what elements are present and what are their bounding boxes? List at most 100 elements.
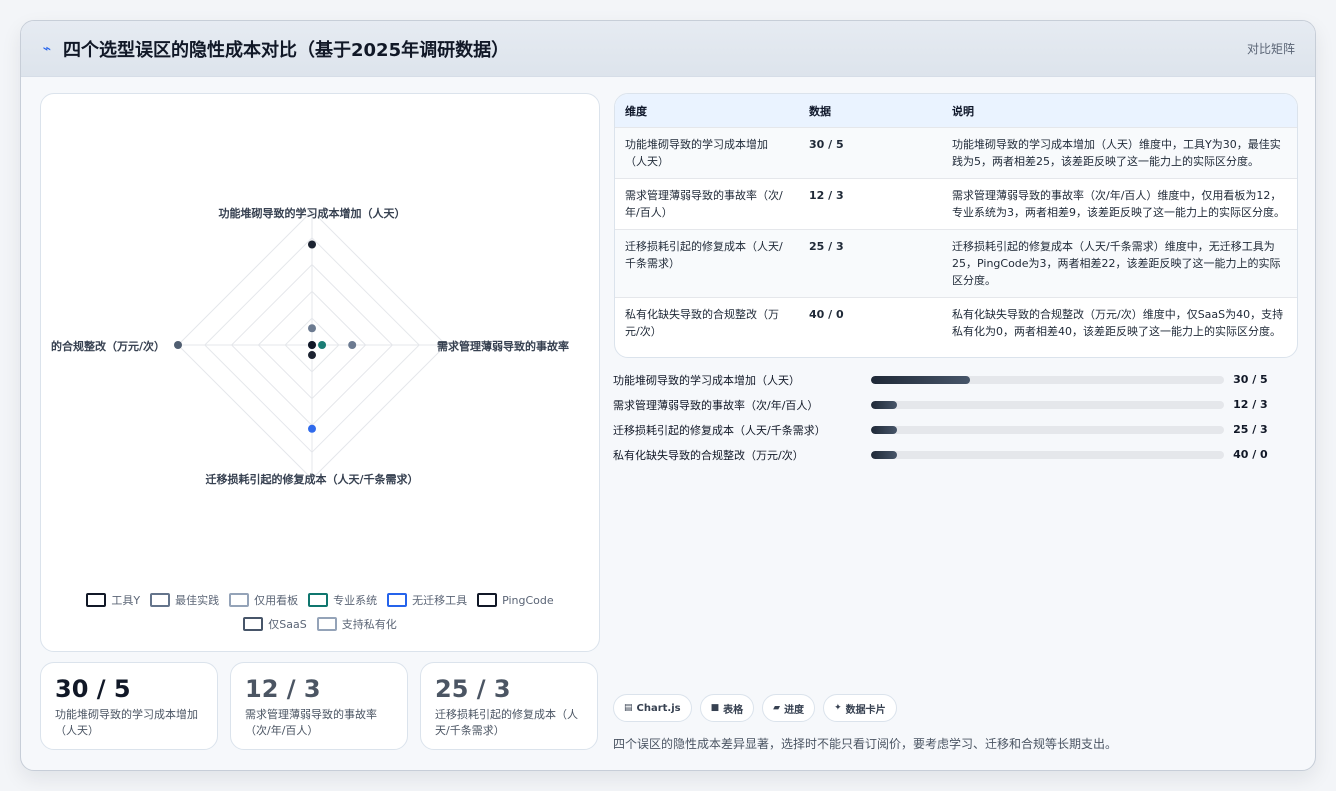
comparison-table-card: 维度 数据 说明 功能堆砌导致的学习成本增加（人天） 30 / 5 功能堆砌导致… <box>614 93 1298 358</box>
card-icon: ✦ <box>834 703 842 713</box>
legend-swatch-pingcode <box>477 593 498 607</box>
metric-label-3: 迁移损耗引起的修复成本（人天/千条需求） <box>435 708 578 737</box>
matrix-label: 对比矩阵 <box>1246 42 1295 56</box>
chart-icon: ▤ <box>624 703 633 713</box>
metric-value-3: 25 / 3 <box>435 675 511 703</box>
metric-card-3: 25 / 3 迁移损耗引起的修复成本（人天/千条需求） <box>420 662 598 750</box>
radar-chart-card: 功能堆砌导致的学习成本增加（人天） 需求管理薄弱导致的事故率迁移损耗引起的修复成本… <box>40 93 600 652</box>
radar-axis-label: 功能堆砌导致的学习成本增加（人天） <box>219 206 406 220</box>
table-label: 表格 <box>723 704 744 716</box>
legend-item-kanban-only[interactable]: 仅用看板 <box>229 592 298 608</box>
table-cell-data: 12 / 3 <box>799 178 942 230</box>
progress-label: 功能堆砌导致的学习成本增加（人天） <box>613 373 800 387</box>
progress-track <box>870 400 1225 409</box>
feature-pills: ▤ Chart.js ■ 表格 ▰ 进度 ✦ 数据卡片 <box>613 694 897 722</box>
legend-swatch-kanban-only <box>229 593 250 607</box>
progress-value: 40 / 0 <box>1233 448 1268 461</box>
progress-list: 功能堆砌导致的学习成本增加（人天） 30 / 5 需求管理薄弱导致的事故率（次/… <box>613 367 1273 467</box>
dashboard-window: ⌁ 四个选型误区的隐性成本对比（基于2025年调研数据） 对比矩阵 功能堆砌导致… <box>20 20 1316 771</box>
metric-label-2: 需求管理薄弱导致的事故率（次/年/百人） <box>245 708 377 737</box>
header-data: 数据 <box>799 94 942 128</box>
table-cell-dimension: 需求管理薄弱导致的事故率（次/年/百人） <box>615 178 799 230</box>
header-dimension: 维度 <box>615 94 799 128</box>
legend-swatch-tool-y <box>86 593 107 607</box>
title-wrap: ⌁ 四个选型误区的隐性成本对比（基于2025年调研数据） <box>41 36 509 62</box>
table-cell-data: 30 / 5 <box>799 127 942 179</box>
header-description: 说明 <box>942 94 1297 128</box>
legend-label-saas-only: 仅SaaS <box>268 618 307 631</box>
radar-axis-label: 需求管理薄弱导致的事故率 <box>437 339 569 353</box>
radar-axis-label: 的合规整改（万元/次） <box>51 339 165 353</box>
table-header-row: 维度 数据 说明 <box>615 94 1297 128</box>
radar-point <box>308 324 316 333</box>
legend-label-private-support: 支持私有化 <box>341 618 397 631</box>
progress-track <box>870 375 1225 384</box>
table-row: 功能堆砌导致的学习成本增加（人天） 30 / 5 功能堆砌导致的学习成本增加（人… <box>615 127 1297 179</box>
trend-icon: ⌁ <box>42 40 52 57</box>
progress-row: 迁移损耗引起的修复成本（人天/千条需求） 25 / 3 <box>613 417 1273 442</box>
legend-item-pingcode[interactable]: PingCode <box>477 592 554 608</box>
legend-label-pingcode: PingCode <box>502 593 554 607</box>
legend-swatch-best-practice <box>150 593 171 607</box>
legend-label-kanban-only: 仅用看板 <box>254 594 299 607</box>
progress-fill <box>870 375 970 384</box>
footer-note: 四个误区的隐性成本差异显著，选择时不能只看订阅价，要考虑学习、迁移和合规等长期支… <box>613 737 1118 751</box>
legend-row-2: 仅SaaS 支持私有化 <box>41 616 599 632</box>
radar-axis-label: 迁移损耗引起的修复成本（人天/千条需求） <box>205 472 418 486</box>
progress-value: 30 / 5 <box>1233 373 1268 386</box>
metric-cards: 30 / 5 功能堆砌导致的学习成本增加（人天） 12 / 3 需求管理薄弱导致… <box>40 662 598 750</box>
legend-label-best-practice: 最佳实践 <box>175 594 220 607</box>
data-card-pill[interactable]: ✦ 数据卡片 <box>823 694 897 722</box>
legend-swatch-no-migration-tool <box>387 593 408 607</box>
table-row: 私有化缺失导致的合规整改（万元/次） 40 / 0 私有化缺失导致的合规整改（万… <box>615 297 1297 348</box>
title-bar: ⌁ 四个选型误区的隐性成本对比（基于2025年调研数据） 对比矩阵 <box>21 21 1315 77</box>
legend-label-tool-y: 工具Y <box>111 594 141 607</box>
table-cell-dimension: 功能堆砌导致的学习成本增加（人天） <box>615 127 799 179</box>
progress-label-pill: 进度 <box>784 704 805 716</box>
legend-swatch-saas-only <box>243 617 264 631</box>
legend-item-saas-only[interactable]: 仅SaaS <box>243 616 307 632</box>
chart-js-label: Chart.js <box>636 702 681 714</box>
table-pill[interactable]: ■ 表格 <box>699 694 755 722</box>
table-cell-note: 功能堆砌导致的学习成本增加（人天）维度中，工具Y为30，最佳实践为5，两者相差2… <box>942 127 1297 179</box>
progress-fill <box>870 450 898 459</box>
comparison-table: 维度 数据 说明 功能堆砌导致的学习成本增加（人天） 30 / 5 功能堆砌导致… <box>615 94 1297 348</box>
progress-icon: ▰ <box>773 703 781 713</box>
progress-label: 需求管理薄弱导致的事故率（次/年/百人） <box>613 398 819 412</box>
progress-row: 功能堆砌导致的学习成本增加（人天） 30 / 5 <box>613 367 1273 392</box>
metric-card-2: 12 / 3 需求管理薄弱导致的事故率（次/年/百人） <box>230 662 408 750</box>
radar-center-point <box>308 341 316 349</box>
chart-legend: 工具Y 最佳实践 仅用看板 专业系统 无迁移工具 PingCode 仅SaaS … <box>41 592 599 640</box>
legend-item-best-practice[interactable]: 最佳实践 <box>150 592 219 608</box>
metric-label-1: 功能堆砌导致的学习成本增加（人天） <box>55 708 198 737</box>
legend-item-professional-system[interactable]: 专业系统 <box>308 592 377 608</box>
radar-point <box>308 424 316 433</box>
page-title: 四个选型误区的隐性成本对比（基于2025年调研数据） <box>63 39 510 61</box>
progress-pill[interactable]: ▰ 进度 <box>762 694 816 722</box>
legend-item-no-migration-tool[interactable]: 无迁移工具 <box>387 592 467 608</box>
progress-value: 12 / 3 <box>1233 398 1268 411</box>
legend-item-tool-y[interactable]: 工具Y <box>86 592 140 608</box>
legend-row-1: 工具Y 最佳实践 仅用看板 专业系统 无迁移工具 PingCode <box>41 592 599 608</box>
radar-point <box>308 240 316 249</box>
progress-value: 25 / 3 <box>1233 423 1268 436</box>
progress-label: 私有化缺失导致的合规整改（万元/次） <box>613 448 804 462</box>
table-cell-dimension: 私有化缺失导致的合规整改（万元/次） <box>615 297 799 348</box>
radar-point <box>174 341 182 349</box>
progress-track <box>870 425 1225 434</box>
table-icon: ■ <box>710 703 720 713</box>
metric-value-1: 30 / 5 <box>55 675 131 703</box>
progress-label: 迁移损耗引起的修复成本（人天/千条需求） <box>613 423 826 437</box>
metric-value-2: 12 / 3 <box>245 675 321 703</box>
progress-row: 需求管理薄弱导致的事故率（次/年/百人） 12 / 3 <box>613 392 1273 417</box>
table-cell-note: 迁移损耗引起的修复成本（人天/千条需求）维度中，无迁移工具为25，PingCod… <box>942 229 1297 298</box>
progress-track <box>870 450 1225 459</box>
table-row: 迁移损耗引起的修复成本（人天/千条需求） 25 / 3 迁移损耗引起的修复成本（… <box>615 229 1297 298</box>
legend-swatch-professional-system <box>308 593 329 607</box>
chart-js-pill[interactable]: ▤ Chart.js <box>613 694 692 722</box>
legend-label-no-migration-tool: 无迁移工具 <box>412 594 468 607</box>
radar-point <box>348 341 357 349</box>
progress-row: 私有化缺失导致的合规整改（万元/次） 40 / 0 <box>613 442 1273 467</box>
legend-item-private-support[interactable]: 支持私有化 <box>316 616 397 632</box>
radar-point <box>318 341 327 349</box>
